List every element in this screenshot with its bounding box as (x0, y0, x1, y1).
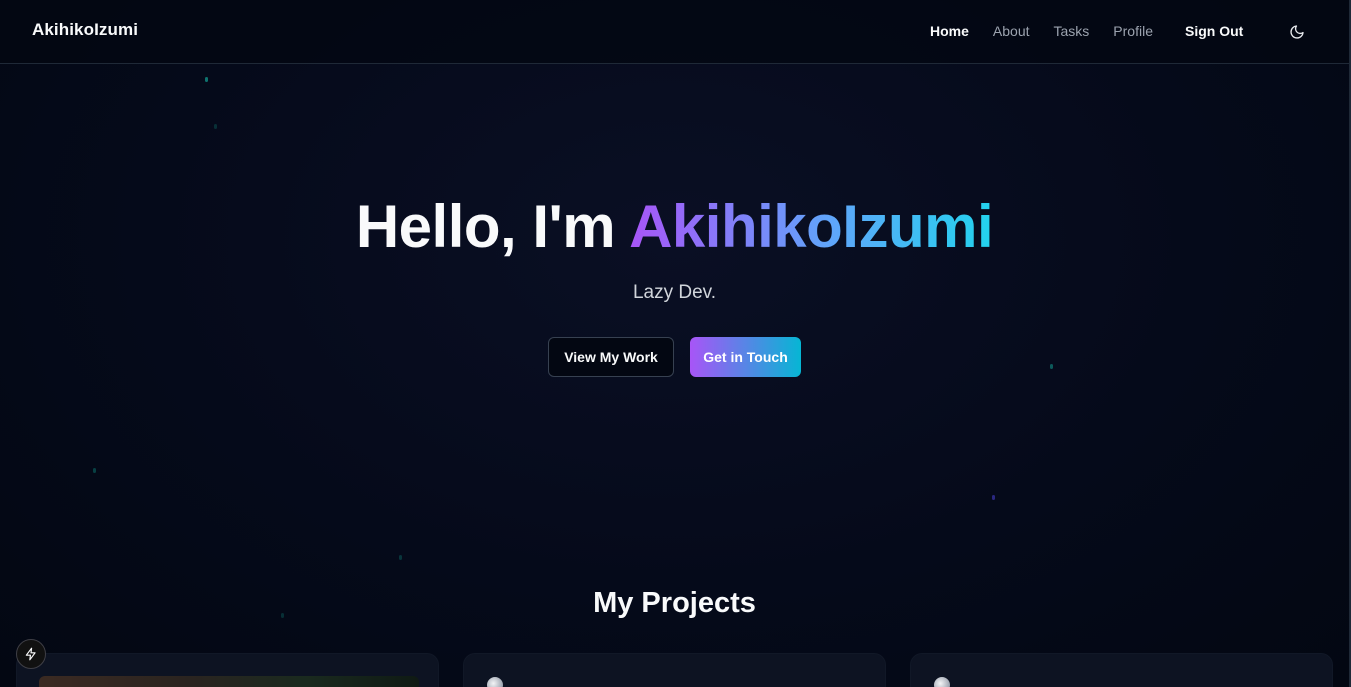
sign-out-button[interactable]: Sign Out (1185, 23, 1243, 39)
project-thumbnail (39, 676, 419, 687)
hero-tagline: Lazy Dev. (632, 282, 717, 303)
project-card[interactable] (910, 653, 1333, 687)
dev-tools-badge[interactable] (16, 639, 46, 669)
page: AkihikoIzumi Home About Tasks Profile Si… (0, 0, 1349, 687)
nav-link-tasks[interactable]: Tasks (1054, 23, 1090, 39)
particle (214, 124, 217, 129)
theme-toggle-button[interactable] (1286, 21, 1308, 43)
hero-name: AkihikoIzumi (629, 193, 994, 260)
hero-heading: Hello, I'm AkihikoIzumi (0, 192, 1349, 261)
hero-greeting: Hello, I'm (355, 193, 630, 260)
projects-heading: My Projects (593, 587, 756, 619)
view-my-work-button[interactable]: View My Work (548, 337, 674, 377)
top-navbar: AkihikoIzumi Home About Tasks Profile Si… (0, 0, 1349, 64)
nav-link-about[interactable]: About (993, 23, 1030, 39)
project-card[interactable] (463, 653, 886, 687)
globe-icon (934, 677, 950, 687)
particle (205, 77, 208, 82)
particle (399, 555, 402, 560)
particle (93, 468, 96, 473)
nav-link-profile[interactable]: Profile (1113, 23, 1153, 39)
lightning-icon (25, 647, 36, 661)
particle (992, 495, 995, 500)
globe-icon (487, 677, 503, 687)
nav-link-home[interactable]: Home (930, 23, 969, 39)
brand-logo[interactable]: AkihikoIzumi (32, 20, 138, 40)
moon-icon (1290, 25, 1304, 39)
particle (1050, 364, 1053, 369)
project-card[interactable] (16, 653, 439, 687)
nav-links: Home About Tasks Profile (930, 23, 1177, 39)
get-in-touch-button[interactable]: Get in Touch (690, 337, 801, 377)
